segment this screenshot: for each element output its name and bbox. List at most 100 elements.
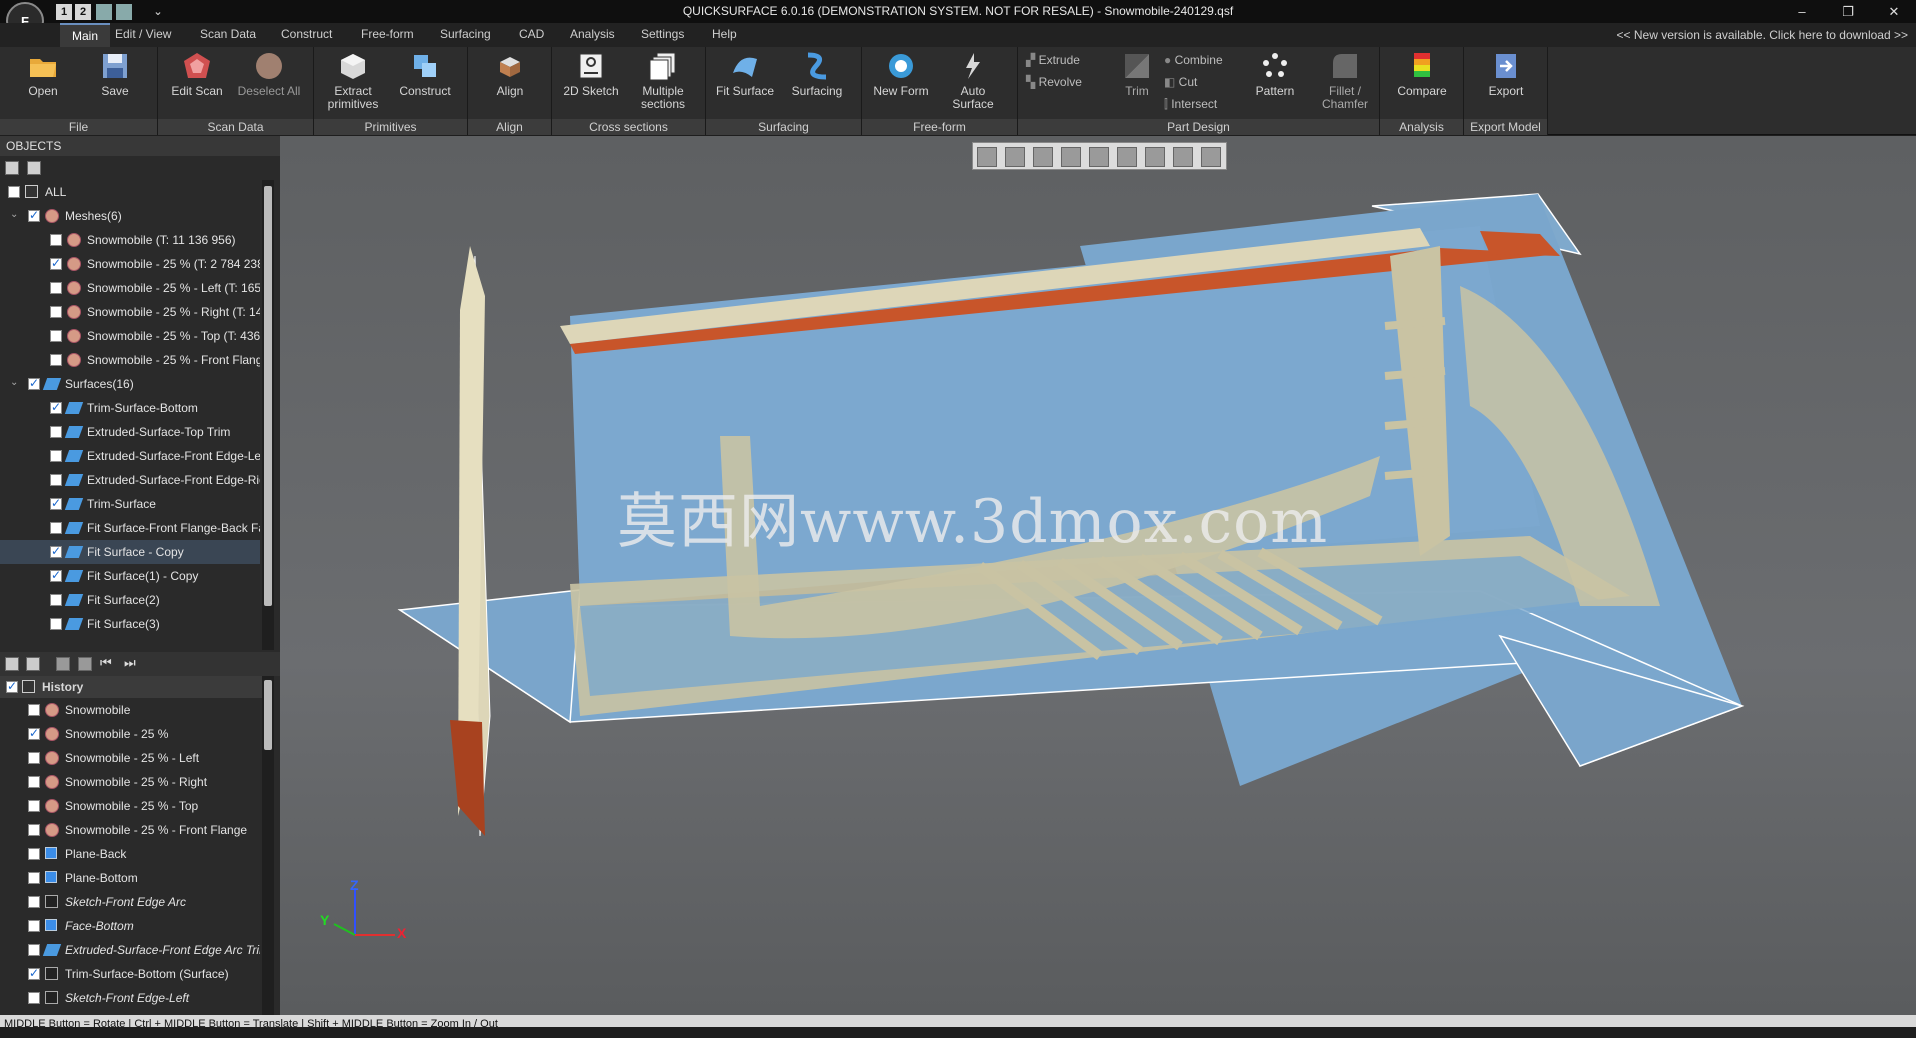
object-row[interactable]: Snowmobile - 25 % - Front Flang <box>0 348 260 372</box>
combine-button[interactable]: ● Combine <box>1164 53 1223 67</box>
objects-scrollbar[interactable] <box>262 180 274 650</box>
expand-all-icon[interactable] <box>5 161 19 175</box>
menu-free-form[interactable]: Free-form <box>361 27 414 41</box>
expand-caret-icon[interactable]: ⌄ <box>10 377 18 388</box>
align-button[interactable]: Align <box>477 51 543 98</box>
auto-surface-button[interactable]: Auto Surface <box>940 51 1006 111</box>
menu-main[interactable]: Main <box>60 23 111 47</box>
history-row[interactable]: Snowmobile - 25 % - Left <box>0 746 260 770</box>
revolve-button[interactable]: ▚ Revolve <box>1026 75 1082 89</box>
minimize-button[interactable]: – <box>1780 0 1824 23</box>
visibility-checkbox[interactable] <box>28 704 40 716</box>
surfacing-button[interactable]: Surfacing <box>784 51 850 98</box>
extrude-button[interactable]: ▞ Extrude <box>1026 53 1080 67</box>
visibility-checkbox[interactable] <box>28 992 40 1004</box>
visibility-checkbox[interactable] <box>8 186 20 198</box>
object-row[interactable]: Snowmobile - 25 % - Right (T: 14 <box>0 300 260 324</box>
history-row[interactable]: Snowmobile - 25 % - Front Flange <box>0 818 260 842</box>
visibility-checkbox[interactable] <box>50 282 62 294</box>
history-scrollbar[interactable] <box>262 676 274 1015</box>
deselect-all-button[interactable]: Deselect All <box>236 51 302 98</box>
quick-access-2[interactable]: 2 <box>75 4 91 20</box>
trim-button[interactable]: Trim <box>1104 51 1170 98</box>
object-row[interactable]: Snowmobile - 25 % - Left (T: 165 <box>0 276 260 300</box>
object-row[interactable]: Fit Surface(2) <box>0 588 260 612</box>
view-back-icon[interactable] <box>1033 147 1053 167</box>
menu-construct[interactable]: Construct <box>281 27 332 41</box>
3d-viewport[interactable] <box>280 136 1916 1015</box>
visibility-checkbox[interactable] <box>28 726 40 740</box>
quick-access-dropdown-icon[interactable]: ⌄ <box>150 4 166 20</box>
visibility-checkbox[interactable] <box>50 450 62 462</box>
close-button[interactable]: ✕ <box>1872 0 1916 23</box>
visibility-checkbox[interactable] <box>28 896 40 908</box>
step-forward-icon[interactable]: ⏭ <box>124 655 136 671</box>
step-back-icon[interactable]: ⏮ <box>100 655 112 671</box>
history-row[interactable]: Snowmobile <box>0 698 260 722</box>
quick-access-open-icon[interactable] <box>116 4 132 20</box>
history-row[interactable]: Plane-Back <box>0 842 260 866</box>
visibility-checkbox[interactable] <box>28 872 40 884</box>
view-normal-icon[interactable] <box>1201 147 1221 167</box>
object-row[interactable]: Fit Surface - Copy <box>0 540 260 564</box>
visibility-checkbox[interactable] <box>50 354 62 366</box>
play-icon[interactable] <box>56 657 70 671</box>
object-row[interactable]: Snowmobile - 25 % (T: 2 784 238) <box>0 252 260 276</box>
menu-edit-view[interactable]: Edit / View <box>115 27 171 41</box>
object-row[interactable]: Extruded-Surface-Front Edge-Lef <box>0 444 260 468</box>
history-all-checkbox[interactable] <box>6 679 18 693</box>
history-row[interactable]: Sketch-Front Edge Arc <box>0 890 260 914</box>
tree-view-icon[interactable] <box>26 657 40 671</box>
history-scroll-thumb[interactable] <box>264 680 272 750</box>
visibility-checkbox[interactable] <box>28 752 40 764</box>
menu-cad[interactable]: CAD <box>519 27 544 41</box>
visibility-checkbox[interactable] <box>50 400 62 414</box>
history-row[interactable]: Plane-Bottom <box>0 866 260 890</box>
visibility-checkbox[interactable] <box>50 544 62 558</box>
restore-button[interactable]: ❐ <box>1826 0 1870 23</box>
cut-button[interactable]: ◧ Cut <box>1164 75 1197 89</box>
pattern-button[interactable]: Pattern <box>1242 51 1308 98</box>
object-row[interactable]: ⌄ Surfaces(16) <box>0 372 260 396</box>
model-view[interactable] <box>280 136 1916 1015</box>
object-row[interactable]: Fit Surface-Front Flange-Back Fa <box>0 516 260 540</box>
visibility-checkbox[interactable] <box>28 944 40 956</box>
save-button[interactable]: Save <box>82 51 148 98</box>
history-row[interactable]: Face-Bottom <box>0 914 260 938</box>
visibility-checkbox[interactable] <box>28 824 40 836</box>
fillet-chamfer-button[interactable]: Fillet / Chamfer <box>1312 51 1378 111</box>
visibility-checkbox[interactable] <box>50 568 62 582</box>
objects-scroll-thumb[interactable] <box>264 186 272 606</box>
visibility-checkbox[interactable] <box>50 618 62 630</box>
visibility-checkbox[interactable] <box>50 306 62 318</box>
menu-surfacing[interactable]: Surfacing <box>440 27 491 41</box>
filter-icon[interactable] <box>27 161 41 175</box>
view-bottom-icon[interactable] <box>1145 147 1165 167</box>
construct-button[interactable]: Construct <box>392 51 458 98</box>
visibility-checkbox[interactable] <box>50 522 62 534</box>
view-iso-icon[interactable] <box>1173 147 1193 167</box>
visibility-checkbox[interactable] <box>50 474 62 486</box>
object-row[interactable]: Trim-Surface <box>0 492 260 516</box>
visibility-checkbox[interactable] <box>28 776 40 788</box>
history-row[interactable]: Snowmobile - 25 % - Top <box>0 794 260 818</box>
extract-primitives-button[interactable]: Extract primitives <box>320 51 386 111</box>
object-row[interactable]: Snowmobile (T: 11 136 956) <box>0 228 260 252</box>
new-version-link[interactable]: << New version is available. Click here … <box>1617 28 1909 42</box>
2d-sketch-button[interactable]: 2D Sketch <box>558 51 624 98</box>
visibility-checkbox[interactable] <box>28 848 40 860</box>
object-row[interactable]: Extruded-Surface-Top Trim <box>0 420 260 444</box>
history-row[interactable]: Snowmobile - 25 % <box>0 722 260 746</box>
fit-surface-button[interactable]: Fit Surface <box>712 51 778 98</box>
expand-caret-icon[interactable]: ⌄ <box>10 209 18 220</box>
history-row[interactable]: Sketch-Front Edge-Left <box>0 986 260 1010</box>
intersect-button[interactable]: ⫿ Intersect <box>1164 97 1217 112</box>
visibility-checkbox[interactable] <box>50 256 62 270</box>
menu-help[interactable]: Help <box>712 27 737 41</box>
new-form-button[interactable]: New Form <box>868 51 934 98</box>
open-button[interactable]: Open <box>10 51 76 98</box>
multiple-sections-button[interactable]: Multiple sections <box>630 51 696 111</box>
compare-button[interactable]: Compare <box>1389 51 1455 98</box>
visibility-checkbox[interactable] <box>50 234 62 246</box>
visibility-checkbox[interactable] <box>50 496 62 510</box>
